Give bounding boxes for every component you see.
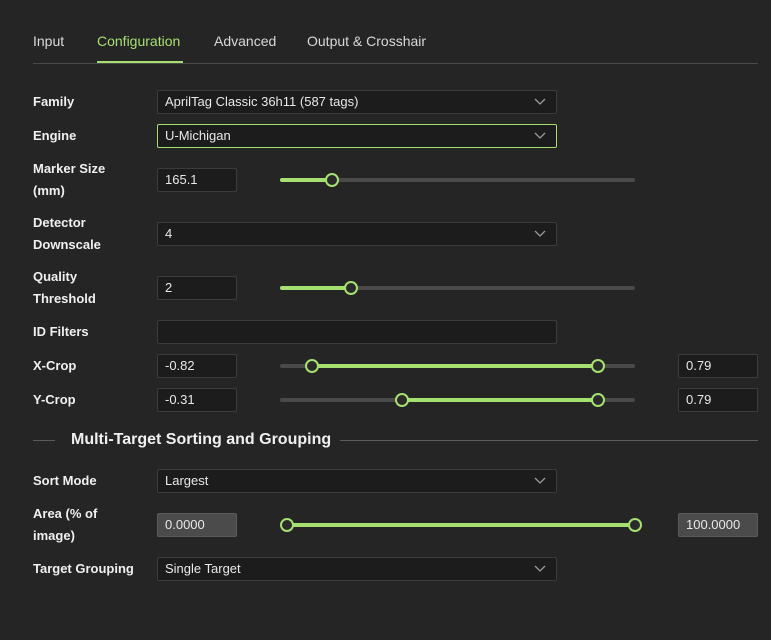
- target-grouping-select[interactable]: Single Target: [157, 557, 557, 581]
- slider-handle[interactable]: [344, 281, 358, 295]
- sort-mode-select[interactable]: Largest: [157, 469, 557, 493]
- area-label-line1: Area (% of: [33, 506, 98, 521]
- engine-label: Engine: [33, 128, 77, 143]
- chevron-down-icon: [534, 98, 546, 105]
- slider-max-handle[interactable]: [590, 393, 605, 407]
- x-crop-label: X-Crop: [33, 358, 77, 373]
- section-divider-right: [340, 440, 758, 441]
- detector-downscale-label-line1: Detector: [33, 215, 86, 230]
- slider-fill: [280, 286, 351, 290]
- engine-value: U-Michigan: [165, 128, 231, 143]
- target-grouping-value: Single Target: [165, 561, 241, 576]
- marker-size-input[interactable]: 165.1: [157, 168, 237, 192]
- slider-handle[interactable]: [325, 173, 340, 187]
- tab-bar: Input Configuration Advanced Output & Cr…: [33, 0, 758, 64]
- y-crop-range-slider[interactable]: [280, 393, 635, 407]
- section-title: Multi-Target Sorting and Grouping: [71, 431, 332, 448]
- family-select[interactable]: AprilTag Classic 36h11 (587 tags): [157, 90, 557, 114]
- id-filters-label: ID Filters: [33, 324, 89, 339]
- family-label: Family: [33, 94, 75, 109]
- x-crop-min-input[interactable]: -0.82: [157, 354, 237, 378]
- slider-fill: [402, 398, 598, 402]
- area-range-slider[interactable]: [280, 518, 642, 532]
- slider-min-handle[interactable]: [304, 359, 319, 373]
- marker-size-slider[interactable]: [280, 173, 635, 187]
- chevron-down-icon: [534, 565, 546, 572]
- tab-configuration[interactable]: Configuration: [97, 33, 180, 49]
- tab-advanced[interactable]: Advanced: [214, 33, 276, 49]
- y-crop-min-input[interactable]: -0.31: [157, 388, 237, 412]
- area-label-line2: image): [33, 528, 75, 543]
- area-min-input[interactable]: 0.0000: [157, 513, 237, 537]
- sort-mode-value: Largest: [165, 473, 209, 488]
- area-max-input[interactable]: 100.0000: [678, 513, 758, 537]
- marker-size-label-line2: (mm): [33, 183, 65, 198]
- section-divider-left: [33, 440, 55, 441]
- slider-max-handle[interactable]: [628, 518, 642, 532]
- tab-input[interactable]: Input: [33, 33, 64, 49]
- slider-min-handle[interactable]: [280, 518, 294, 532]
- slider-min-handle[interactable]: [395, 393, 410, 407]
- slider-fill: [311, 364, 598, 368]
- family-value: AprilTag Classic 36h11 (587 tags): [165, 94, 359, 109]
- chevron-down-icon: [534, 132, 546, 139]
- marker-size-label-line1: Marker Size: [33, 161, 106, 176]
- x-crop-max-input[interactable]: 0.79: [678, 354, 758, 378]
- active-tab-indicator: [97, 61, 183, 63]
- chevron-down-icon: [534, 230, 546, 237]
- quality-threshold-label-line1: Quality: [33, 269, 78, 284]
- detector-downscale-select[interactable]: 4: [157, 222, 557, 246]
- target-grouping-label: Target Grouping: [33, 561, 134, 576]
- y-crop-label: Y-Crop: [33, 392, 76, 407]
- detector-downscale-label-line2: Downscale: [33, 237, 101, 252]
- x-crop-range-slider[interactable]: [280, 359, 635, 373]
- quality-threshold-slider[interactable]: [280, 281, 635, 295]
- chevron-down-icon: [534, 477, 546, 484]
- slider-fill: [287, 523, 635, 527]
- quality-threshold-label-line2: Threshold: [33, 291, 96, 306]
- id-filters-input[interactable]: [157, 320, 557, 344]
- sort-mode-label: Sort Mode: [33, 473, 97, 488]
- detector-downscale-value: 4: [165, 226, 173, 241]
- engine-select[interactable]: U-Michigan: [157, 124, 557, 148]
- y-crop-max-input[interactable]: 0.79: [678, 388, 758, 412]
- quality-threshold-input[interactable]: 2: [157, 276, 237, 300]
- slider-max-handle[interactable]: [590, 359, 605, 373]
- tab-output-crosshair[interactable]: Output & Crosshair: [307, 33, 426, 49]
